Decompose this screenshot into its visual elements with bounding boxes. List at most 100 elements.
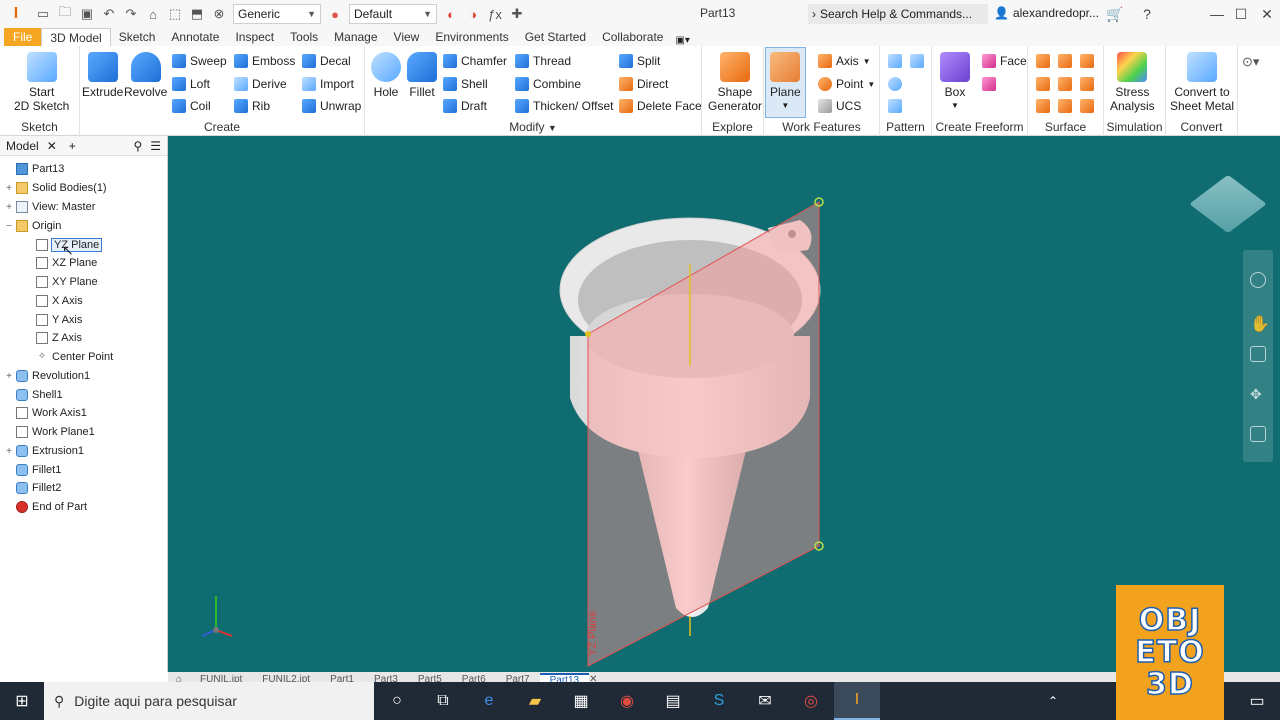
tab-3d-model[interactable]: 3D Model [41, 28, 111, 46]
system-tray-icon[interactable]: ⌃ [1030, 682, 1076, 720]
plane-button[interactable]: Plane ▼ [765, 47, 806, 118]
trim-button[interactable] [1036, 77, 1050, 91]
expand-icon[interactable]: + [4, 183, 14, 194]
expand-icon[interactable]: + [4, 446, 14, 457]
tab-tools[interactable]: Tools [282, 28, 326, 46]
add-icon[interactable]: + [69, 139, 76, 153]
tree-item-fillet1[interactable]: Fillet1 [4, 461, 61, 479]
fillet-button[interactable]: Fillet [407, 52, 437, 99]
rib-button[interactable]: Rib [234, 99, 270, 113]
zoom-icon[interactable] [1250, 346, 1266, 362]
task-view-icon[interactable]: ⧉ [420, 682, 466, 720]
mirror-button[interactable] [910, 54, 924, 68]
tree-item-extrusion1[interactable]: + Extrusion1 [4, 442, 84, 460]
material-icon[interactable]: ⊗ [211, 6, 227, 22]
tree-item-solid-bodies[interactable]: + Solid Bodies(1) [4, 179, 107, 197]
save-icon[interactable]: ▣ [79, 6, 95, 22]
inventor-logo-icon[interactable]: I [6, 4, 26, 24]
extrude-button[interactable]: Extrude [82, 52, 123, 99]
minimize-icon[interactable]: — [1206, 4, 1228, 24]
tree-item-center-point[interactable]: ✧ Center Point [34, 348, 113, 366]
panel-label-modify[interactable]: Modify ▼ [365, 120, 701, 134]
ribbon-settings-icon[interactable]: ⊙▾ [1242, 54, 1259, 70]
coil-button[interactable]: Coil [172, 99, 211, 113]
clear-appearance-icon[interactable]: ◑ [465, 6, 481, 22]
loft-button[interactable]: Loft [172, 77, 210, 91]
convert-to-sheet-metal-button[interactable]: Convert to Sheet Metal [1170, 52, 1234, 113]
help-search-input[interactable]: › Search Help & Commands... [808, 4, 988, 24]
ucs-button[interactable]: UCS [818, 99, 861, 113]
tree-item-view-master[interactable]: + View: Master [4, 198, 95, 216]
tree-item-work-axis1[interactable]: Work Axis1 [4, 404, 87, 422]
shell-button[interactable]: Shell [443, 77, 488, 91]
add-icon[interactable]: ✚ [509, 6, 525, 22]
calendar-icon[interactable]: ▤ [650, 682, 696, 720]
search-icon[interactable]: ⚲ [133, 139, 142, 153]
redo-icon[interactable]: ↷ [123, 6, 139, 22]
extend-button[interactable] [1058, 77, 1072, 91]
unwrap-button[interactable]: Unwrap [302, 99, 361, 113]
parameters-icon[interactable]: ƒx [487, 6, 503, 22]
maximize-icon[interactable]: ☐ [1230, 4, 1252, 24]
chrome-icon[interactable]: ◉ [604, 682, 650, 720]
tab-collaborate[interactable]: Collaborate [594, 28, 671, 46]
collapse-icon[interactable]: − [4, 221, 14, 232]
tree-item-revolution1[interactable]: + Revolution1 [4, 367, 90, 385]
ribbon-options-icon[interactable]: ▣▾ [675, 35, 689, 46]
convert-freeform-button[interactable] [982, 77, 996, 91]
skype-icon[interactable]: S [696, 682, 742, 720]
emboss-button[interactable]: Emboss [234, 54, 295, 68]
point-button[interactable]: Point ▼ [818, 77, 875, 91]
home-icon[interactable]: ⌂ [145, 6, 161, 22]
split-button[interactable]: Split [619, 54, 660, 68]
tree-item-y-axis[interactable]: Y Axis [34, 311, 82, 329]
menu-icon[interactable]: ☰ [150, 139, 161, 153]
inventor-taskbar-icon[interactable]: I [834, 682, 880, 720]
start-2d-sketch-button[interactable]: Start 2D Sketch [14, 52, 69, 113]
tree-item-work-plane1[interactable]: Work Plane1 [4, 423, 95, 441]
boundary-patch-button[interactable] [1036, 99, 1050, 113]
adjust-appearance-icon[interactable]: ◐ [443, 6, 459, 22]
draft-button[interactable]: Draft [443, 99, 487, 113]
funnel-model[interactable]: YZ Plane [168, 136, 1280, 672]
look-at-icon[interactable] [1250, 426, 1266, 442]
tab-view[interactable]: View [386, 28, 428, 46]
tree-item-end-of-part[interactable]: End of Part [4, 498, 87, 516]
sweep-button[interactable]: Sweep [172, 54, 227, 68]
tab-file[interactable]: File [4, 28, 42, 46]
cart-icon[interactable]: 🛒 [1104, 4, 1126, 24]
thicken-offset-button[interactable]: Thicken/ Offset [515, 99, 613, 113]
pan-hand-icon[interactable]: ✋ [1250, 314, 1270, 333]
delete-face-button[interactable]: Delete Face [619, 99, 702, 113]
tab-environments[interactable]: Environments [427, 28, 516, 46]
tab-annotate[interactable]: Annotate [163, 28, 227, 46]
close-icon[interactable]: ✕ [1256, 4, 1278, 24]
ruled-surface-button[interactable] [1058, 99, 1072, 113]
hole-button[interactable]: Hole [371, 52, 401, 99]
replace-face-button[interactable] [1080, 77, 1094, 91]
expand-icon[interactable]: + [4, 202, 14, 213]
appearance-dropdown[interactable]: Default ▼ [349, 4, 437, 24]
tree-item-xy-plane[interactable]: XY Plane [34, 273, 98, 291]
file-explorer-icon[interactable]: ▰ [512, 682, 558, 720]
repair-bodies-button[interactable] [1080, 99, 1094, 113]
tab-inspect[interactable]: Inspect [227, 28, 282, 46]
decal-button[interactable]: Decal [302, 54, 351, 68]
open-folder-icon[interactable]: 🗀 [57, 4, 73, 22]
tab-manage[interactable]: Manage [326, 28, 385, 46]
help-icon[interactable]: ? [1136, 4, 1158, 24]
user-account[interactable]: 👤 alexandredopr... [994, 6, 1099, 20]
tree-item-origin[interactable]: − Origin [4, 217, 61, 235]
orbit-icon[interactable]: ✥ [1250, 386, 1266, 402]
notifications-icon[interactable]: ▭ [1234, 682, 1280, 720]
axis-button[interactable]: Axis ▼ [818, 54, 871, 68]
tree-item-shell1[interactable]: Shell1 [4, 386, 63, 404]
tab-sketch[interactable]: Sketch [111, 28, 164, 46]
edge-icon[interactable]: e [466, 682, 512, 720]
windows-start-icon[interactable]: ⊞ [0, 682, 44, 720]
close-icon[interactable]: ✕ [47, 139, 57, 153]
update-icon[interactable]: ⬒ [189, 6, 205, 22]
mail-icon[interactable]: ✉ [742, 682, 788, 720]
appearance-ball-icon[interactable]: ● [327, 6, 343, 22]
stress-analysis-button[interactable]: Stress Analysis [1110, 52, 1155, 113]
